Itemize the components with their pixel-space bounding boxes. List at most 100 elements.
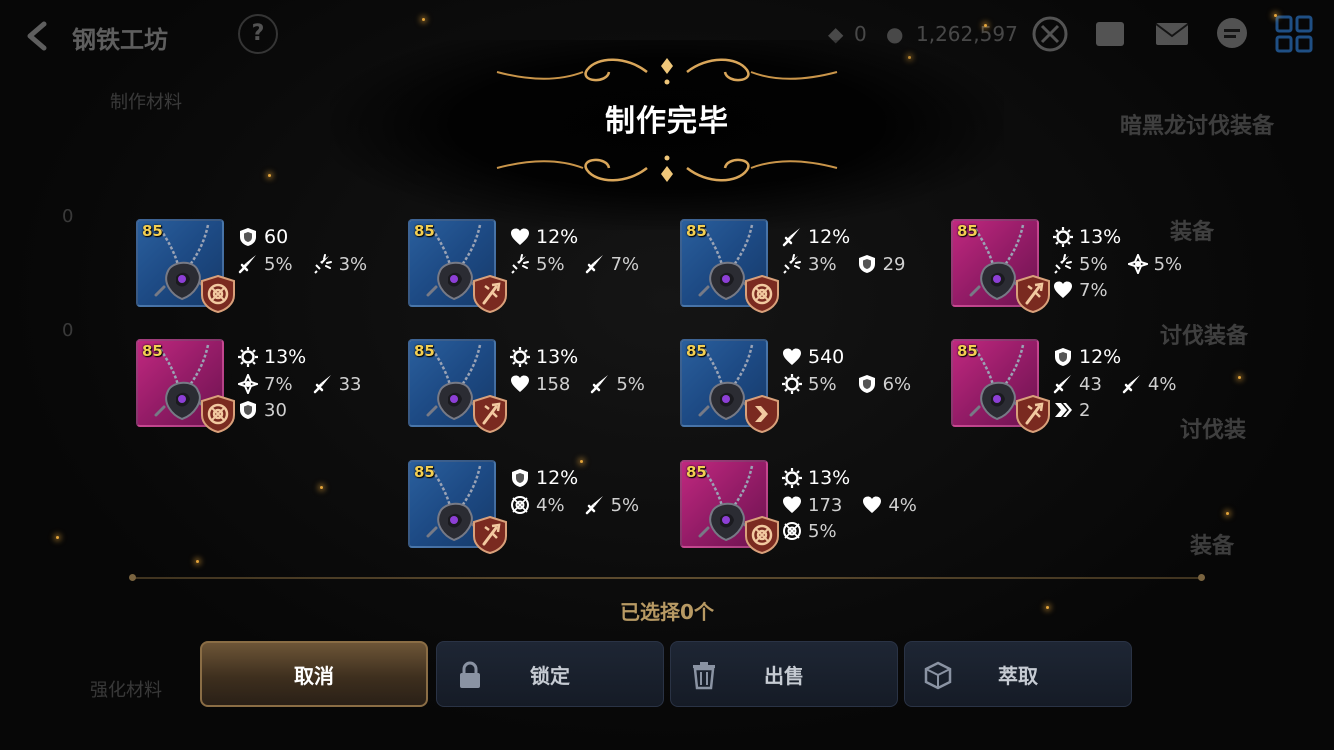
sub-stat-value: 5% — [808, 373, 837, 395]
sub-stat: 7% — [1053, 280, 1108, 301]
sub-stat: 7% — [585, 254, 639, 275]
crafted-item[interactable]: 85 12% 5% 7% — [408, 219, 668, 319]
crafted-item[interactable]: 85 12% 43 4% 2 — [951, 339, 1211, 439]
sub-stat: 5% — [510, 254, 565, 275]
item-level: 85 — [142, 342, 163, 360]
sub-stat-value: 158 — [536, 373, 571, 395]
spark — [984, 24, 987, 27]
spark — [268, 174, 271, 177]
mail-icon[interactable] — [1152, 14, 1192, 54]
crit-icon — [511, 254, 529, 274]
sub-stats-row: 7% 33 — [238, 371, 398, 397]
top-ornament-icon — [487, 58, 847, 85]
sub-stat: 173 — [782, 495, 842, 516]
main-stat: 13% — [782, 464, 942, 492]
heart-icon — [783, 348, 801, 365]
main-stat: 13% — [1053, 223, 1213, 251]
trash-icon — [693, 662, 715, 690]
extract-button[interactable]: 萃取 — [904, 641, 1132, 707]
sub-stat: 33 — [313, 374, 361, 395]
crafted-item[interactable]: 85 13% 158 5% — [408, 339, 668, 439]
sub-stat-value: 5% — [536, 253, 565, 275]
sell-button[interactable]: 出售 — [670, 641, 898, 707]
main-stat-value: 12% — [1079, 346, 1122, 368]
cancel-button[interactable]: 取消 — [200, 641, 428, 707]
sub-stat: 4% — [510, 495, 565, 516]
item-stats: 13% 173 4% 5% — [782, 464, 942, 544]
item-level: 85 — [686, 463, 707, 481]
crafted-item[interactable]: 85 60 5% 3% — [136, 219, 396, 319]
main-stat-entry: 12% — [510, 467, 578, 489]
item-stats: 13% 158 5% — [510, 343, 670, 397]
spark — [1226, 512, 1229, 515]
crafted-item[interactable]: 85 13% 5% 5% 7% — [951, 219, 1211, 319]
cube-icon — [924, 661, 952, 690]
sub-stat: 5% — [585, 495, 639, 516]
sub-stat: 43 — [1053, 374, 1102, 395]
item-level: 85 — [957, 222, 978, 240]
item-stats: 12% 4% 5% — [510, 464, 670, 518]
sub-stat: 6% — [857, 374, 911, 395]
target-badge-icon — [201, 395, 235, 433]
item-level: 85 — [414, 463, 435, 481]
sub-stat: 4% — [862, 495, 917, 516]
sub-stat-value: 7% — [264, 373, 293, 395]
sub-stat: 2 — [1053, 400, 1090, 421]
main-stat-value: 12% — [536, 226, 579, 248]
heart-icon — [511, 375, 529, 392]
sub-stat: 29 — [857, 253, 906, 275]
main-stat-entry: 12% — [510, 226, 578, 248]
sword-icon — [585, 496, 603, 515]
auto-battle-icon[interactable] — [1030, 14, 1070, 54]
target-badge-icon — [201, 275, 235, 313]
sub-stat-value: 5% — [264, 253, 293, 275]
item-stats: 12% 43 4% 2 — [1053, 343, 1213, 423]
heart-icon — [783, 496, 801, 513]
crit-icon — [313, 254, 332, 274]
item-stats: 60 5% 3% — [238, 223, 398, 277]
main-stat-entry: 13% — [238, 346, 306, 368]
crafted-item[interactable]: 85 13% 7% 33 30 — [136, 339, 396, 439]
spark — [422, 18, 425, 21]
main-stat: 12% — [782, 223, 942, 251]
lock-button-label: 锁定 — [530, 663, 570, 688]
crafted-item[interactable]: 85 540 5% 6% — [680, 339, 940, 439]
sub-stat: 5% — [238, 254, 293, 275]
target-icon — [783, 522, 801, 540]
back-arrow-icon[interactable] — [22, 20, 54, 52]
main-stat-value: 540 — [808, 346, 845, 368]
help-icon[interactable]: ? — [238, 14, 278, 54]
sell-button-label: 出售 — [764, 663, 804, 688]
sub-stat-value: 30 — [264, 399, 287, 421]
main-stat-value: 13% — [1079, 226, 1122, 248]
sub-stats-row: 5% 3% — [238, 251, 398, 277]
sub-stat: 5% — [1127, 254, 1182, 275]
crafted-item[interactable]: 85 12% 4% 5% — [408, 460, 668, 560]
chat-icon[interactable] — [1212, 14, 1252, 54]
crafted-item[interactable]: 85 13% 173 4% 5% — [680, 460, 940, 560]
sub-stat: 30 — [238, 400, 287, 421]
main-stat: 12% — [510, 464, 670, 492]
main-stat-value: 60 — [264, 226, 289, 248]
menu-grid-icon[interactable] — [1274, 14, 1314, 54]
sword-icon — [238, 255, 256, 274]
sword-icon — [1053, 375, 1071, 394]
crit-icon — [783, 254, 801, 274]
main-stat-value: 13% — [264, 346, 307, 368]
heart-icon — [511, 228, 529, 245]
main-stat-entry: 12% — [782, 226, 850, 248]
sub-stat-value: 29 — [882, 253, 906, 275]
lock-button[interactable]: 锁定 — [436, 641, 664, 707]
spark — [1274, 14, 1277, 17]
sub-stat-value: 2 — [1079, 399, 1091, 421]
burst-icon — [782, 468, 802, 488]
sub-stat: 5% — [782, 374, 837, 395]
guild-icon[interactable] — [1090, 14, 1130, 54]
item-level: 85 — [686, 222, 707, 240]
bottom-ornament-icon — [487, 155, 847, 182]
crafted-item[interactable]: 85 12% 3% 29 — [680, 219, 940, 319]
main-stat: 60 — [238, 223, 398, 251]
item-stats: 12% 5% 7% — [510, 223, 670, 277]
item-stats: 13% 5% 5% 7% — [1053, 223, 1213, 303]
heart-icon — [863, 496, 882, 513]
